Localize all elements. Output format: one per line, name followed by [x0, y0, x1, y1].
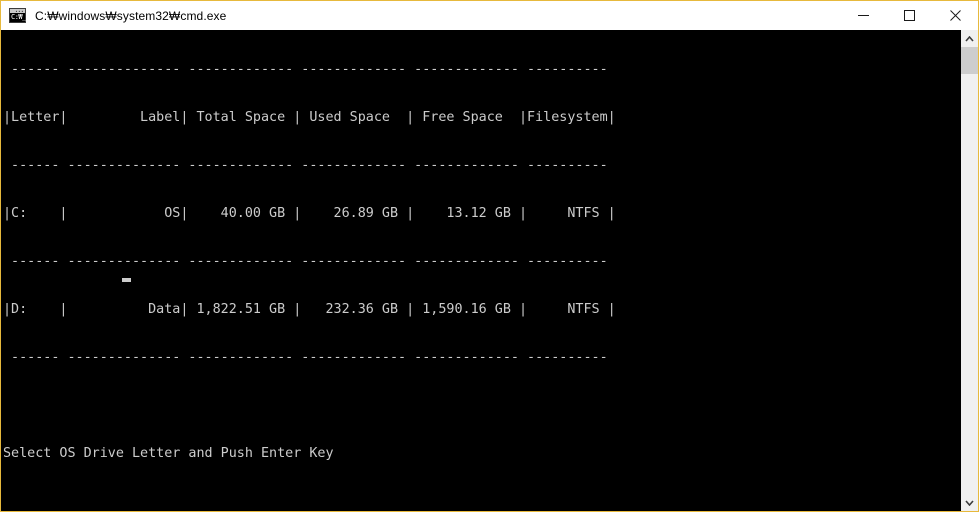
maximize-icon [903, 10, 915, 21]
chevron-up-icon [965, 35, 974, 42]
window-title: C:₩windows₩system32₩cmd.exe [35, 8, 227, 23]
console-line: ------ -------------- ------------- ----… [3, 158, 608, 173]
vertical-scrollbar[interactable] [960, 30, 978, 511]
console-output[interactable]: ------ -------------- ------------- ----… [1, 30, 960, 511]
title-bar[interactable]: ••• C:₩_ C:₩windows₩system32₩cmd.exe [1, 1, 978, 30]
console-area: ------ -------------- ------------- ----… [1, 30, 978, 511]
scroll-down-button[interactable] [961, 494, 978, 511]
console-line: ------ -------------- ------------- ----… [3, 254, 608, 269]
cmd-window: ••• C:₩_ C:₩windows₩system32₩cmd.exe ---… [0, 0, 979, 512]
chevron-down-icon [965, 499, 974, 506]
close-icon [949, 10, 961, 21]
text-cursor [122, 278, 131, 282]
table-row: |C: | OS| 40.00 GB | 26.89 GB | 13.12 GB… [3, 206, 616, 221]
scrollbar-thumb[interactable] [961, 47, 978, 74]
console-line: ------ -------------- ------------- ----… [3, 62, 608, 77]
prompt-instruction: Select OS Drive Letter and Push Enter Ke… [3, 446, 334, 461]
minimize-icon [857, 15, 869, 16]
console-text-grid: ------ -------------- ------------- ----… [3, 30, 616, 511]
close-button[interactable] [932, 1, 978, 30]
cmd-icon-prompt-text: C:₩_ [11, 13, 26, 21]
console-line: ------ -------------- ------------- ----… [3, 350, 608, 365]
table-row: |D: | Data| 1,822.51 GB | 232.36 GB | 1,… [3, 302, 616, 317]
table-header-row: |Letter| Label| Total Space | Used Space… [3, 110, 616, 125]
maximize-button[interactable] [886, 1, 932, 30]
window-controls [840, 1, 978, 30]
scroll-up-button[interactable] [961, 30, 978, 47]
scrollbar-track[interactable] [961, 47, 978, 494]
cmd-console-icon: ••• C:₩_ [9, 8, 26, 23]
minimize-button[interactable] [840, 1, 886, 30]
